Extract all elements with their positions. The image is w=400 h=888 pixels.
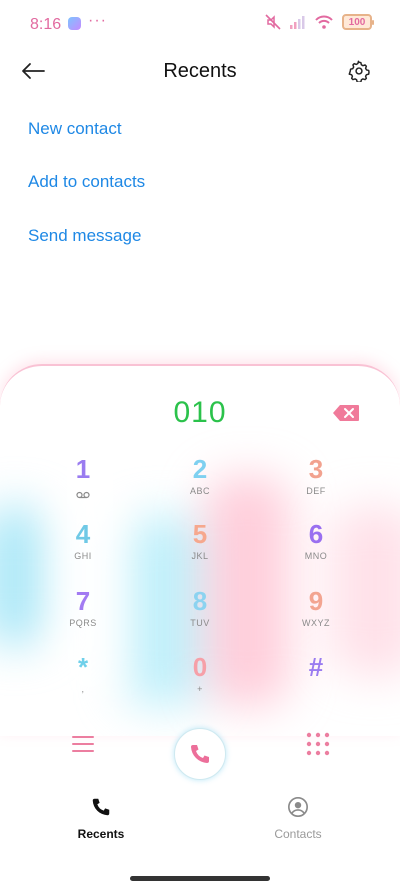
dial-key-letters: TUV [190, 618, 210, 628]
dial-key-star[interactable]: *, [38, 652, 128, 712]
dial-key-letters: GHI [74, 551, 92, 561]
status-icons: 100 [265, 14, 374, 30]
app-header: Recents [0, 48, 400, 92]
dial-key-letters: DEF [306, 486, 326, 496]
dial-key-digit: 2 [192, 454, 208, 484]
dial-key-4[interactable]: 4 GHI [38, 519, 128, 579]
dial-key-digit: 3 [308, 454, 324, 484]
dial-key-digit: * [77, 652, 89, 682]
wifi-icon [315, 15, 333, 29]
dial-key-7[interactable]: 7 PQRS [38, 586, 128, 646]
contact-person-icon [288, 797, 308, 817]
dial-key-letters: ABC [189, 486, 210, 496]
dial-key-letters: WXYZ [302, 618, 330, 628]
send-message-link[interactable]: Send message [28, 226, 141, 246]
backspace-button[interactable] [332, 404, 360, 422]
dial-key-6[interactable]: 6 MNO [271, 519, 361, 579]
home-indicator[interactable] [130, 876, 270, 881]
dial-key-2[interactable]: 2 ABC [155, 454, 245, 514]
mute-icon [265, 14, 281, 30]
dialer-panel: 010 1 2 ABC 3 DEF 4 GHI 5 JKL 6 MNO 7 PQRS 8 TUV 9 WXYZ *… [0, 364, 400, 736]
dial-key-3[interactable]: 3 DEF [271, 454, 361, 514]
status-bar: 8:16 ··· 100 [0, 0, 400, 50]
battery-icon: 100 [342, 14, 374, 30]
dial-key-digit: # [308, 652, 324, 682]
dial-key-5[interactable]: 5 JKL [155, 519, 245, 579]
phone-icon [92, 798, 110, 816]
dial-key-letters: MNO [304, 551, 328, 561]
settings-gear-icon [348, 60, 370, 82]
tab-contacts-label: Contacts [274, 827, 322, 841]
more-notifications-icon: ··· [88, 12, 107, 29]
settings-button[interactable] [342, 54, 376, 88]
dial-key-digit: 7 [75, 586, 91, 616]
dial-key-0[interactable]: 0 + [155, 652, 245, 712]
tab-recents[interactable]: Recents [51, 796, 151, 841]
dial-key-digit: 6 [308, 519, 324, 549]
dial-key-digit: 9 [308, 586, 324, 616]
dial-key-1[interactable]: 1 [38, 454, 128, 514]
app-notification-icon [68, 17, 81, 30]
page-title: Recents [163, 60, 237, 82]
battery-level: 100 [348, 16, 366, 28]
signal-icon [290, 16, 305, 29]
call-button[interactable] [174, 728, 226, 780]
add-to-contacts-link[interactable]: Add to contacts [28, 172, 145, 192]
dial-key-letters: JKL [191, 551, 209, 561]
dial-key-9[interactable]: 9 WXYZ [271, 586, 361, 646]
dial-key-digit: 5 [192, 519, 208, 549]
dial-key-letters: + [197, 684, 203, 694]
dial-key-letters: , [81, 684, 85, 694]
phone-icon [191, 745, 209, 763]
dial-key-digit: 1 [75, 454, 91, 484]
voicemail-icon [76, 491, 90, 499]
dial-key-8[interactable]: 8 TUV [155, 586, 245, 646]
menu-button[interactable] [70, 733, 96, 755]
tab-recents-label: Recents [77, 827, 125, 841]
dial-key-digit: 4 [75, 519, 91, 549]
tab-contacts[interactable]: Contacts [248, 796, 348, 841]
dial-key-digit: 8 [192, 586, 208, 616]
dial-key-digit: 0 [192, 652, 208, 682]
dial-key-hash[interactable]: # [271, 652, 361, 712]
dial-key-letters: PQRS [69, 618, 97, 628]
new-contact-link[interactable]: New contact [28, 119, 122, 139]
keypad-toggle-button[interactable] [305, 731, 331, 757]
status-time: 8:16 [30, 16, 62, 33]
